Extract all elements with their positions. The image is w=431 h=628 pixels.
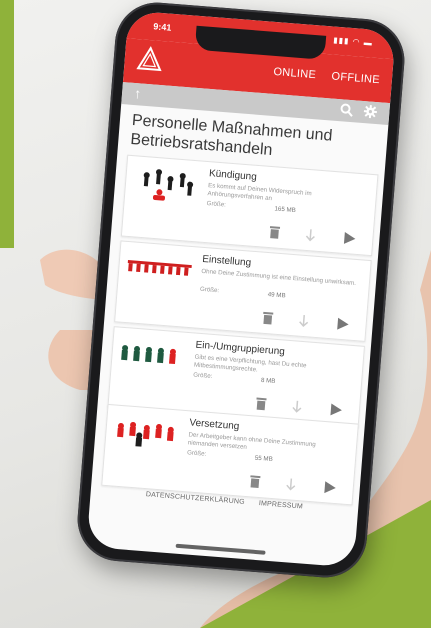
- play-icon[interactable]: [335, 317, 350, 332]
- card-title: Versetzung: [188, 417, 240, 433]
- gear-icon[interactable]: [363, 104, 378, 119]
- card-title: Einstellung: [201, 253, 252, 269]
- card-size-value: 49 MB: [267, 291, 286, 300]
- card-size-label: Größe:: [192, 371, 213, 381]
- card-size-label: Größe:: [199, 285, 220, 295]
- download-arrow-icon[interactable]: [290, 399, 303, 414]
- play-icon[interactable]: [322, 480, 337, 495]
- nav-online[interactable]: ONLINE: [273, 66, 317, 81]
- card-size-value: 165 MB: [274, 205, 297, 215]
- card-title: Kündigung: [208, 168, 258, 183]
- footer-imprint-link[interactable]: IMPRESSUM: [259, 500, 304, 510]
- card-description: Ohne Deine Zustimmung ist eine Einstellu…: [201, 267, 357, 287]
- download-arrow-icon[interactable]: [284, 477, 297, 492]
- trash-icon[interactable]: [261, 311, 274, 326]
- phone-screen: 9:41 ▮▮▮ ◠ ▬ ONLINE OFFLINE ↑ Personelle…: [86, 10, 396, 568]
- card-actions: [248, 474, 341, 497]
- trash-icon[interactable]: [268, 225, 281, 240]
- trash-icon[interactable]: [248, 474, 261, 489]
- play-icon[interactable]: [328, 402, 343, 417]
- arrow-up-icon[interactable]: ↑: [133, 85, 141, 101]
- download-arrow-icon[interactable]: [297, 314, 310, 329]
- status-time: 9:41: [153, 21, 172, 33]
- card-size-label: Größe:: [206, 200, 227, 209]
- home-indicator[interactable]: [175, 543, 266, 555]
- list-item-kuendigung[interactable]: Kündigung Es kommt auf Deinen Widerspruc…: [120, 154, 379, 257]
- card-image: [143, 169, 194, 201]
- search-icon[interactable]: [339, 102, 354, 117]
- trash-icon[interactable]: [255, 396, 268, 411]
- card-size-value: 8 MB: [260, 376, 276, 385]
- card-image: [127, 260, 192, 276]
- card-size-label: Größe:: [186, 449, 207, 458]
- nav-offline[interactable]: OFFLINE: [331, 70, 380, 86]
- card-actions: [268, 225, 361, 248]
- signal-wifi-battery-icon: ▮▮▮ ◠ ▬: [332, 35, 374, 48]
- phone: 9:41 ▮▮▮ ◠ ▬ ONLINE OFFLINE ↑ Personelle…: [74, 0, 408, 581]
- list-item-einstellung[interactable]: Einstellung Ohne Deine Zustimmung ist ei…: [114, 240, 372, 342]
- triangle-logo-icon[interactable]: [136, 45, 164, 73]
- card-image: [121, 345, 176, 365]
- card-actions: [261, 311, 354, 334]
- card-size-value: 55 MB: [254, 454, 273, 463]
- download-arrow-icon[interactable]: [304, 228, 317, 243]
- play-icon[interactable]: [342, 231, 357, 246]
- card-image: [117, 421, 174, 447]
